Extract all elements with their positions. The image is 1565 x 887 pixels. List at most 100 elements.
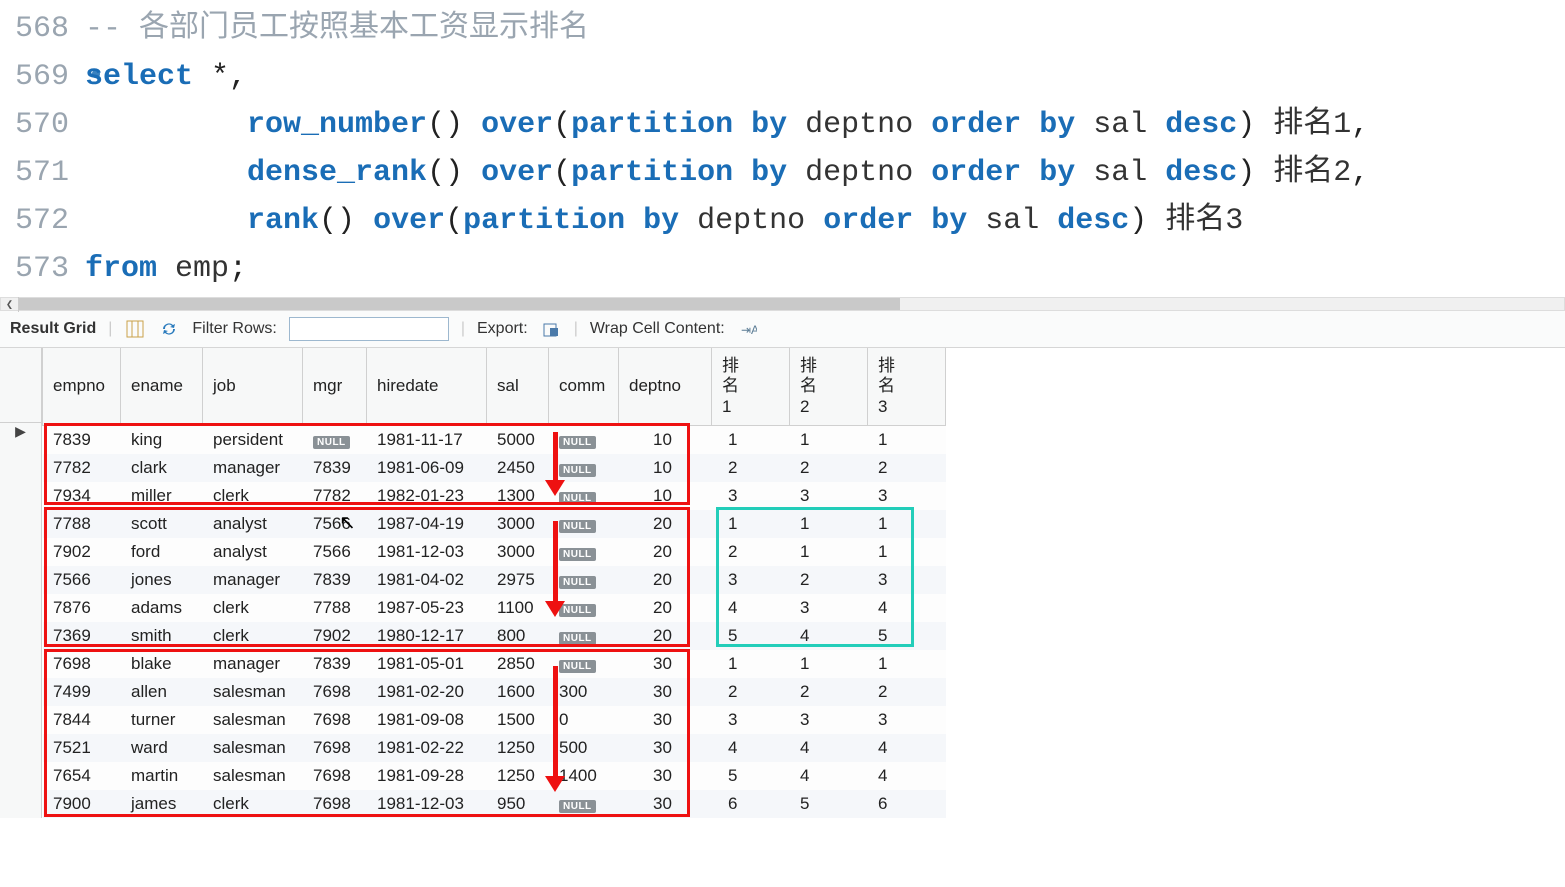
column-header-deptno[interactable]: deptno xyxy=(619,348,712,426)
row-marker[interactable]: ▶ xyxy=(0,423,41,451)
cell-job[interactable]: salesman xyxy=(203,734,303,762)
column-header-comm[interactable]: comm xyxy=(549,348,619,426)
cell-sal[interactable]: 1250 xyxy=(487,734,549,762)
table-row[interactable]: 7499allensalesman76981981-02-20160030030… xyxy=(43,678,946,706)
cell-mgr[interactable]: 7566 xyxy=(303,510,367,538)
cell-r1[interactable]: 2 xyxy=(712,678,790,706)
cell-empno[interactable]: 7782 xyxy=(43,454,121,482)
cell-hiredate[interactable]: 1981-02-22 xyxy=(367,734,487,762)
column-header-sal[interactable]: sal xyxy=(487,348,549,426)
cell-job[interactable]: analyst xyxy=(203,538,303,566)
scrollbar-thumb[interactable] xyxy=(19,298,900,310)
cell-comm[interactable]: NULL xyxy=(549,566,619,594)
cell-r3[interactable]: 1 xyxy=(868,538,946,566)
cell-r2[interactable]: 2 xyxy=(790,454,868,482)
table-row[interactable]: 7876adamsclerk77881987-05-231100NULL2043… xyxy=(43,594,946,622)
cell-job[interactable]: persident xyxy=(203,426,303,455)
cell-hiredate[interactable]: 1981-05-01 xyxy=(367,650,487,678)
cell-hiredate[interactable]: 1981-11-17 xyxy=(367,426,487,455)
cell-r3[interactable]: 4 xyxy=(868,762,946,790)
refresh-icon[interactable] xyxy=(158,318,180,340)
cell-r1[interactable]: 4 xyxy=(712,734,790,762)
cell-r3[interactable]: 5 xyxy=(868,622,946,650)
editor-scrollbar[interactable]: ❮ xyxy=(0,297,1565,311)
cell-empno[interactable]: 7698 xyxy=(43,650,121,678)
cell-empno[interactable]: 7369 xyxy=(43,622,121,650)
cell-hiredate[interactable]: 1987-05-23 xyxy=(367,594,487,622)
cell-r1[interactable]: 3 xyxy=(712,566,790,594)
cell-r1[interactable]: 5 xyxy=(712,622,790,650)
cell-sal[interactable]: 1500 xyxy=(487,706,549,734)
export-icon[interactable] xyxy=(540,318,562,340)
cell-r2[interactable]: 1 xyxy=(790,426,868,455)
cell-r3[interactable]: 1 xyxy=(868,510,946,538)
column-header-job[interactable]: job xyxy=(203,348,303,426)
cell-job[interactable]: clerk xyxy=(203,622,303,650)
cell-deptno[interactable]: 30 xyxy=(619,650,712,678)
cell-sal[interactable]: 800 xyxy=(487,622,549,650)
cell-sal[interactable]: 1300 xyxy=(487,482,549,510)
cell-hiredate[interactable]: 1982-01-23 xyxy=(367,482,487,510)
cell-job[interactable]: salesman xyxy=(203,762,303,790)
table-row[interactable]: 7902fordanalyst75661981-12-033000NULL202… xyxy=(43,538,946,566)
cell-ename[interactable]: miller xyxy=(121,482,203,510)
cell-hiredate[interactable]: 1981-12-03 xyxy=(367,790,487,818)
filter-rows-input[interactable] xyxy=(289,317,449,341)
cell-mgr[interactable]: 7698 xyxy=(303,706,367,734)
cell-ename[interactable]: scott xyxy=(121,510,203,538)
cell-empno[interactable]: 7499 xyxy=(43,678,121,706)
cell-empno[interactable]: 7902 xyxy=(43,538,121,566)
cell-empno[interactable]: 7521 xyxy=(43,734,121,762)
cell-sal[interactable]: 2850 xyxy=(487,650,549,678)
cell-deptno[interactable]: 30 xyxy=(619,790,712,818)
cell-deptno[interactable]: 20 xyxy=(619,510,712,538)
cell-r1[interactable]: 3 xyxy=(712,706,790,734)
cell-r3[interactable]: 3 xyxy=(868,706,946,734)
cell-r2[interactable]: 1 xyxy=(790,650,868,678)
cell-mgr[interactable]: NULL xyxy=(303,426,367,455)
cell-ename[interactable]: ford xyxy=(121,538,203,566)
cell-ename[interactable]: turner xyxy=(121,706,203,734)
cell-mgr[interactable]: 7698 xyxy=(303,762,367,790)
column-header-rank2[interactable]: 排 名 2 xyxy=(790,348,868,426)
table-row[interactable]: 7900jamesclerk76981981-12-03950NULL30656 xyxy=(43,790,946,818)
cell-mgr[interactable]: 7698 xyxy=(303,678,367,706)
cell-mgr[interactable]: 7839 xyxy=(303,566,367,594)
result-grid[interactable]: empno ename job mgr hiredate sal comm de… xyxy=(42,348,1565,818)
cell-deptno[interactable]: 20 xyxy=(619,566,712,594)
row-marker[interactable] xyxy=(0,535,41,563)
cell-comm[interactable]: 1400 xyxy=(549,762,619,790)
cell-r1[interactable]: 1 xyxy=(712,426,790,455)
cell-comm[interactable]: NULL xyxy=(549,594,619,622)
row-marker[interactable] xyxy=(0,451,41,479)
cell-r2[interactable]: 3 xyxy=(790,482,868,510)
table-row[interactable]: 7654martinsalesman76981981-09-2812501400… xyxy=(43,762,946,790)
cell-sal[interactable]: 950 xyxy=(487,790,549,818)
cell-comm[interactable]: NULL xyxy=(549,622,619,650)
cell-hiredate[interactable]: 1981-12-03 xyxy=(367,538,487,566)
column-header-ename[interactable]: ename xyxy=(121,348,203,426)
cell-deptno[interactable]: 20 xyxy=(619,622,712,650)
column-header-rank3[interactable]: 排 名 3 xyxy=(868,348,946,426)
column-header-mgr[interactable]: mgr xyxy=(303,348,367,426)
cell-job[interactable]: clerk xyxy=(203,594,303,622)
cell-comm[interactable]: NULL xyxy=(549,510,619,538)
cell-deptno[interactable]: 20 xyxy=(619,538,712,566)
cell-hiredate[interactable]: 1981-06-09 xyxy=(367,454,487,482)
cell-mgr[interactable]: 7788 xyxy=(303,594,367,622)
cell-deptno[interactable]: 30 xyxy=(619,734,712,762)
cell-sal[interactable]: 5000 xyxy=(487,426,549,455)
table-row[interactable]: 7369smithclerk79021980-12-17800NULL20545 xyxy=(43,622,946,650)
cell-comm[interactable]: NULL xyxy=(549,790,619,818)
column-header-rank1[interactable]: 排 名 1 xyxy=(712,348,790,426)
cell-comm[interactable]: NULL xyxy=(549,454,619,482)
cell-comm[interactable]: NULL xyxy=(549,650,619,678)
cell-deptno[interactable]: 10 xyxy=(619,482,712,510)
cell-r3[interactable]: 4 xyxy=(868,734,946,762)
cell-sal[interactable]: 1600 xyxy=(487,678,549,706)
table-row[interactable]: 7521wardsalesman76981981-02-221250500304… xyxy=(43,734,946,762)
table-row[interactable]: 7844turnersalesman76981981-09-0815000303… xyxy=(43,706,946,734)
cell-ename[interactable]: blake xyxy=(121,650,203,678)
cell-empno[interactable]: 7566 xyxy=(43,566,121,594)
sql-editor[interactable]: 568 -- 各部门员工按照基本工资显示排名 569 select *, 570… xyxy=(0,0,1565,293)
